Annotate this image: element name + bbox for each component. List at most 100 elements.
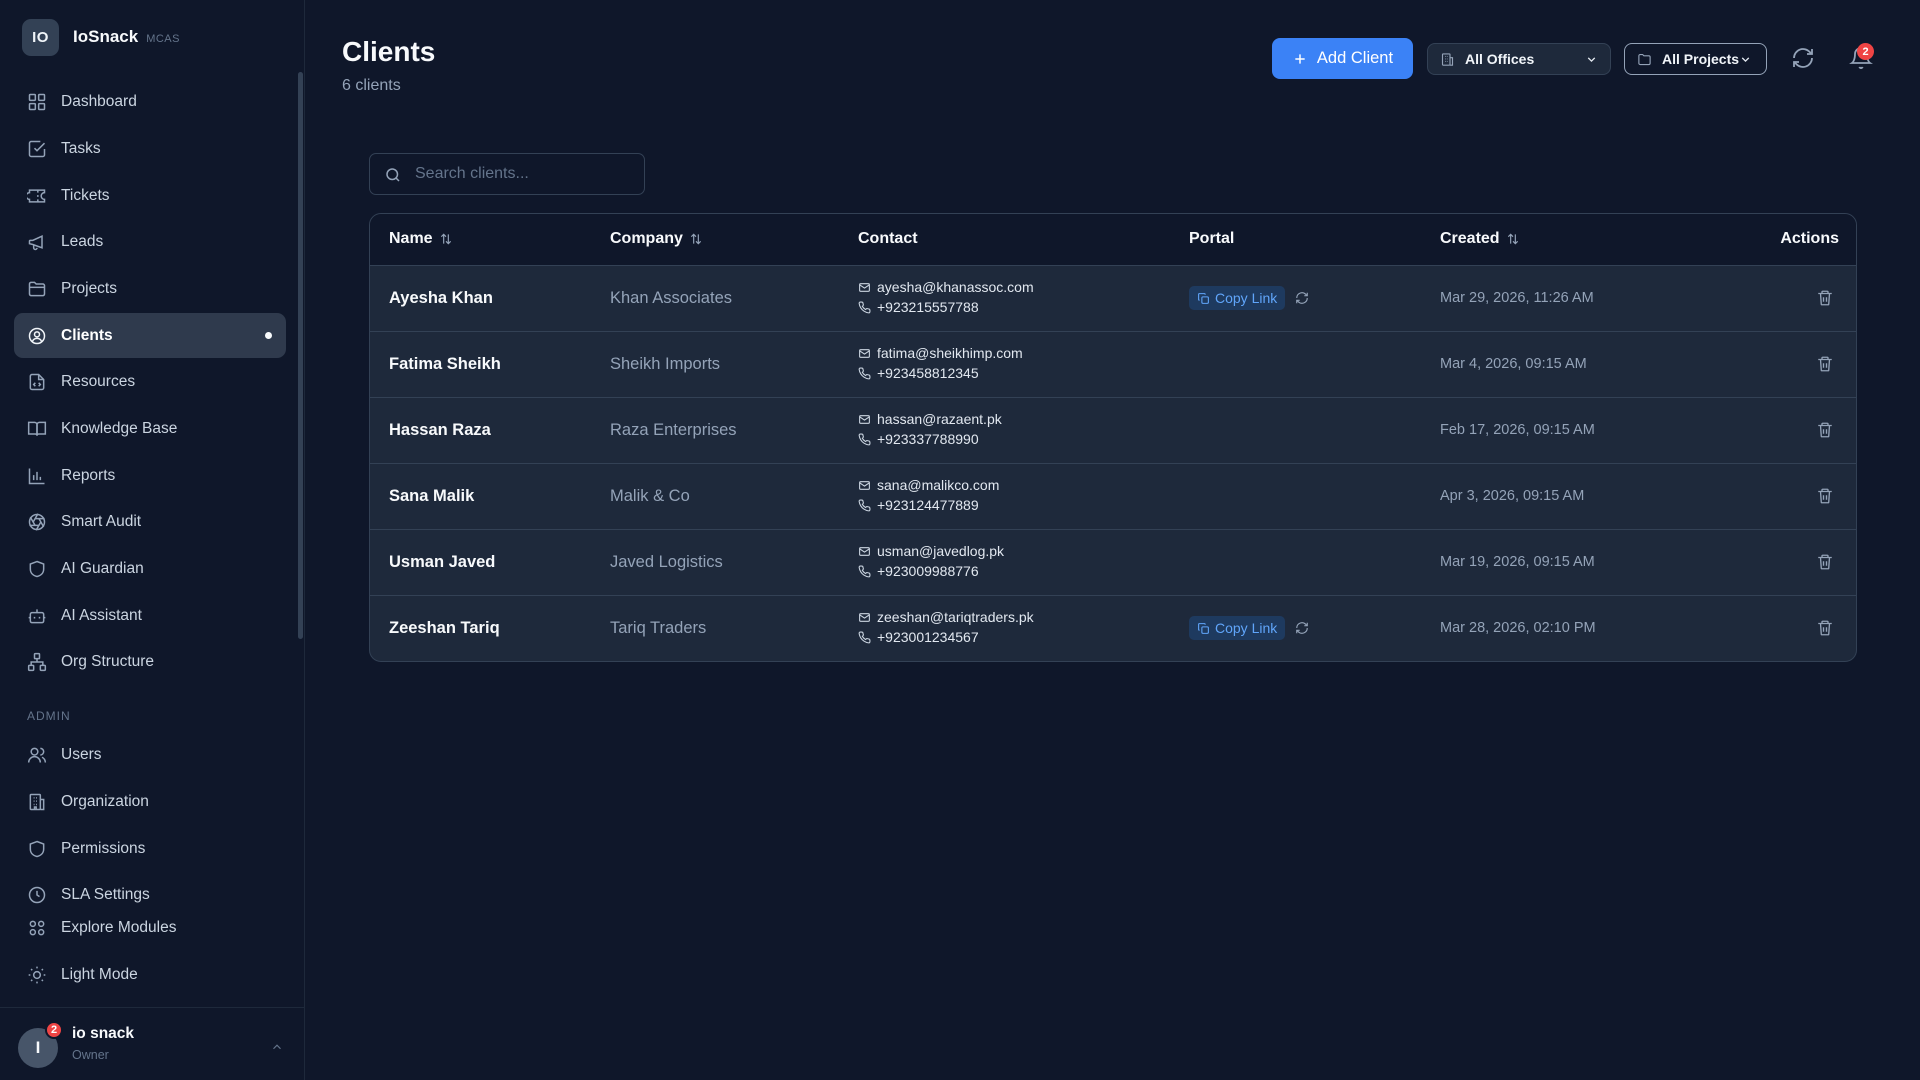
trash-icon[interactable] <box>1816 421 1834 439</box>
client-name[interactable]: Zeeshan Tariq <box>389 619 500 638</box>
contact-phone: +923337788990 <box>858 429 1002 449</box>
offices-select[interactable]: All Offices <box>1427 43 1611 75</box>
sidebar-item-org-structure[interactable]: Org Structure <box>14 639 286 684</box>
column-label: Name <box>389 230 433 247</box>
chevron-up-icon[interactable] <box>270 1040 284 1054</box>
trash-icon[interactable] <box>1816 553 1834 571</box>
sidebar-item-tickets[interactable]: Tickets <box>14 173 286 218</box>
column-header-contact: Contact <box>858 230 918 248</box>
chevron-down-icon <box>1741 56 1750 62</box>
sidebar-scrollbar[interactable] <box>298 72 303 639</box>
column-label: Portal <box>1189 230 1235 247</box>
table-row[interactable]: Sana Malik Malik & Co sana@malikco.com +923… <box>370 464 1856 530</box>
sidebar-item-ai-guardian[interactable]: AI Guardian <box>14 546 286 591</box>
add-client-button[interactable]: Add Client <box>1272 38 1413 79</box>
user-menu[interactable]: I 2 io snack Owner <box>0 1007 305 1080</box>
column-header-created[interactable]: Created <box>1440 230 1520 248</box>
sidebar-item-explore-modules[interactable]: Explore Modules <box>14 905 286 950</box>
contact-email: hassan@razaent.pk <box>858 409 1002 429</box>
light-mode-toggle[interactable]: Light Mode <box>14 952 286 997</box>
brand-logo: IO <box>22 18 59 56</box>
regenerate-link-icon[interactable] <box>1295 621 1309 635</box>
client-name[interactable]: Fatima Sheikh <box>389 355 501 374</box>
trash-icon[interactable] <box>1816 355 1834 373</box>
brand-tag: MCAS <box>146 32 180 45</box>
table-row[interactable]: Hassan Raza Raza Enterprises hassan@razaen… <box>370 398 1856 464</box>
sidebar-item-organization[interactable]: Organization <box>14 779 286 824</box>
column-header-actions: Actions <box>1780 230 1839 248</box>
email-text: zeeshan@tariqtraders.pk <box>877 609 1034 625</box>
sidebar-item-resources[interactable]: Resources <box>14 359 286 404</box>
table-row[interactable]: Usman Javed Javed Logistics usman@javedlog… <box>370 530 1856 596</box>
column-header-company[interactable]: Company <box>610 230 703 248</box>
sidebar-item-smart-audit[interactable]: Smart Audit <box>14 499 286 544</box>
table-row[interactable]: Fatima Sheikh Sheikh Imports fatima@sheikh… <box>370 332 1856 398</box>
phone-icon <box>858 499 871 511</box>
phone-text: +923124477889 <box>877 497 979 513</box>
building-icon <box>29 793 45 810</box>
network-icon <box>27 652 47 671</box>
sun-icon <box>28 966 46 983</box>
client-contact: hassan@razaent.pk +923337788990 <box>858 409 1002 449</box>
created-date: Mar 29, 2026, 11:26 AM <box>1440 290 1594 306</box>
mail-icon <box>859 546 870 556</box>
trash-icon[interactable] <box>1816 289 1834 307</box>
copy-link-button[interactable]: Copy Link <box>1189 616 1286 640</box>
client-company: Sheikh Imports <box>610 355 721 373</box>
email-text: hassan@razaent.pk <box>877 411 1002 427</box>
search-box[interactable] <box>369 153 645 195</box>
sidebar-item-knowledge-base[interactable]: Knowledge Base <box>14 406 286 451</box>
sidebar-item-reports[interactable]: Reports <box>14 453 286 498</box>
client-contact: fatima@sheikhimp.com +923458812345 <box>858 343 1023 383</box>
brand[interactable]: IO IoSnack MCAS <box>22 18 180 56</box>
search-icon <box>386 168 400 182</box>
projects-select[interactable]: All Projects <box>1624 43 1767 75</box>
user-notification-badge: 2 <box>45 1021 63 1039</box>
column-header-name[interactable]: Name <box>389 230 453 248</box>
client-contact: ayesha@khanassoc.com +923215557788 <box>858 277 1034 317</box>
sidebar-item-tasks[interactable]: Tasks <box>14 126 286 171</box>
sidebar-item-leads[interactable]: Leads <box>14 219 286 264</box>
sidebar-item-ai-assistant[interactable]: AI Assistant <box>14 593 286 638</box>
sidebar-item-clients[interactable]: Clients <box>14 313 286 358</box>
client-name[interactable]: Ayesha Khan <box>389 289 493 308</box>
sidebar-item-projects[interactable]: Projects <box>14 266 286 311</box>
table-row[interactable]: Zeeshan Tariq Tariq Traders zeeshan@tariqt… <box>370 596 1856 661</box>
phone-icon <box>858 565 871 577</box>
email-text: sana@malikco.com <box>877 477 1000 493</box>
search-input[interactable] <box>415 154 635 194</box>
contact-phone: +923458812345 <box>858 363 1023 383</box>
copy-link-label: Copy Link <box>1215 620 1278 636</box>
client-name[interactable]: Usman Javed <box>389 553 495 572</box>
trash-icon[interactable] <box>1816 487 1834 505</box>
admin-section-label: ADMIN <box>27 709 71 723</box>
copy-link-button[interactable]: Copy Link <box>1189 286 1286 310</box>
column-header-portal: Portal <box>1189 230 1234 248</box>
column-label: Created <box>1440 230 1500 247</box>
client-name[interactable]: Hassan Raza <box>389 421 491 440</box>
phone-text: +923009988776 <box>877 563 979 579</box>
trash-icon[interactable] <box>1816 619 1834 637</box>
copy-icon <box>1198 292 1209 304</box>
created-date: Mar 4, 2026, 09:15 AM <box>1440 356 1587 372</box>
sidebar-item-users[interactable]: Users <box>14 732 286 777</box>
sidebar-item-label: Org Structure <box>61 652 155 670</box>
sidebar-item-label: Resources <box>61 372 136 390</box>
table-row[interactable]: Ayesha Khan Khan Associates ayesha@khanass… <box>370 266 1856 332</box>
sidebar-item-label: Leads <box>61 232 104 250</box>
client-name[interactable]: Sana Malik <box>389 487 474 506</box>
sidebar: IO IoSnack MCAS Dashboard Tasks Tickets … <box>0 0 305 1080</box>
sidebar-item-permissions[interactable]: Permissions <box>14 826 286 871</box>
file-icon <box>29 373 45 390</box>
sidebar-item-label: Tickets <box>61 186 110 204</box>
refresh-icon[interactable] <box>1791 46 1815 70</box>
regenerate-link-icon[interactable] <box>1295 291 1309 305</box>
sidebar-item-label: AI Guardian <box>61 559 144 577</box>
sidebar-item-label: Explore Modules <box>61 918 177 936</box>
brand-name: IoSnack <box>73 27 139 46</box>
email-text: fatima@sheikhimp.com <box>877 345 1023 361</box>
sidebar-item-dashboard[interactable]: Dashboard <box>14 79 286 124</box>
sort-icon <box>1507 233 1518 245</box>
megaphone-icon <box>28 234 43 250</box>
portal-cell: Copy Link <box>1189 616 1309 640</box>
